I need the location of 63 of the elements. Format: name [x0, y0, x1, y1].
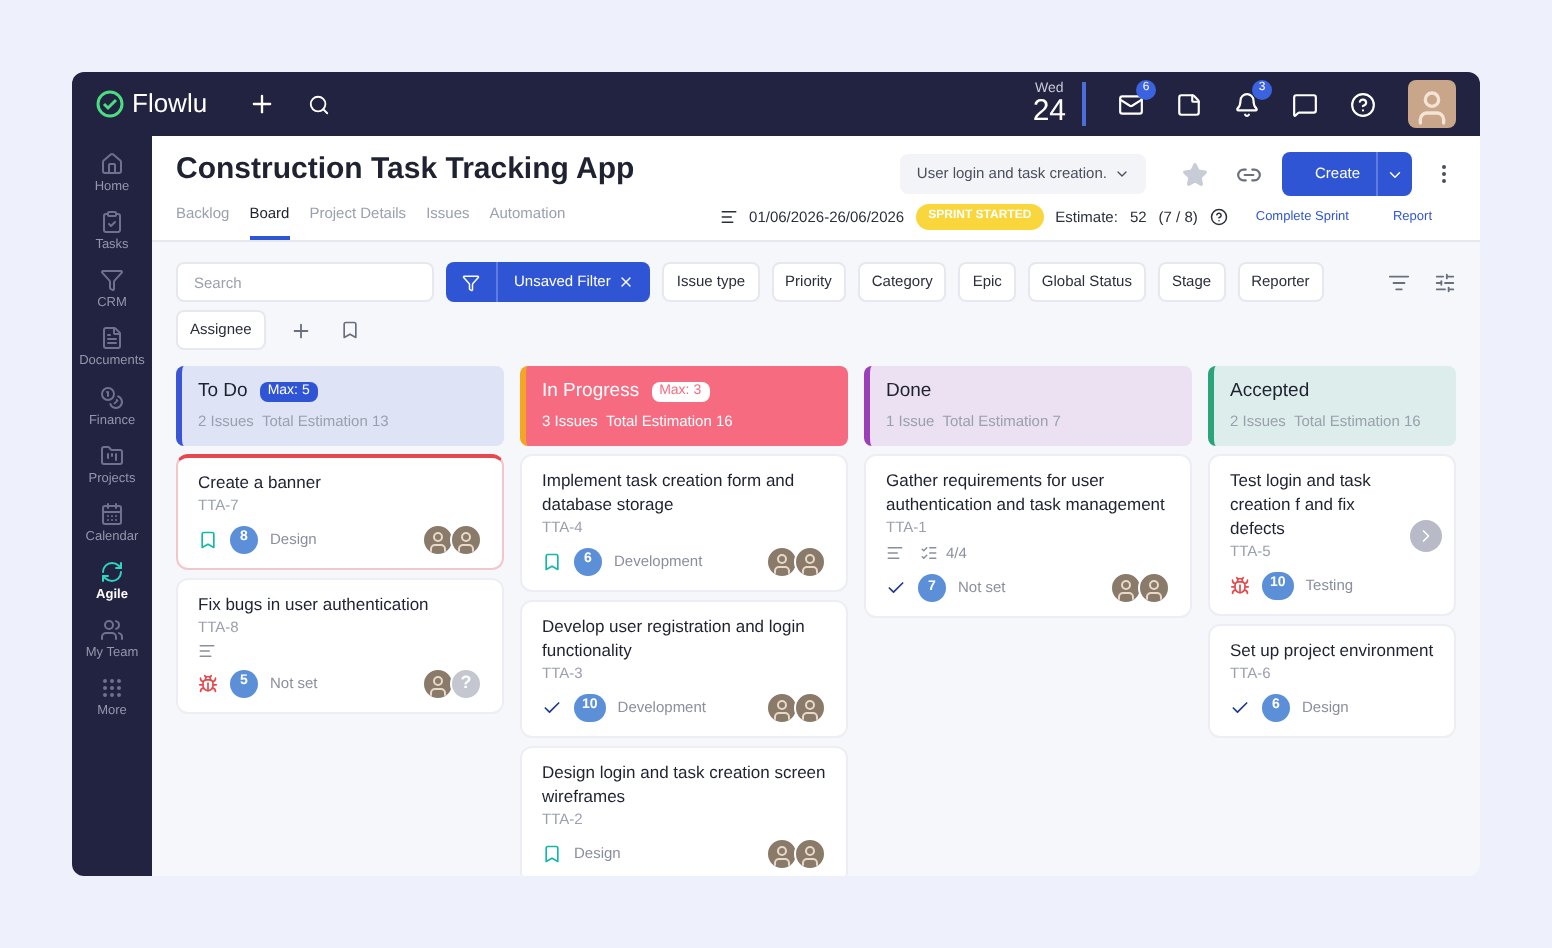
settings-icon[interactable]	[1434, 271, 1456, 293]
sort-icon[interactable]	[1388, 271, 1410, 293]
chat-icon[interactable]	[1292, 91, 1318, 117]
funnel-icon	[100, 268, 124, 293]
avatar-placeholder	[794, 691, 826, 723]
checklist-icon	[920, 543, 938, 562]
add-icon[interactable]	[247, 90, 276, 118]
user-avatar-placeholder[interactable]	[1408, 80, 1456, 128]
caret-icon	[1114, 166, 1131, 182]
search-icon[interactable]	[307, 93, 330, 115]
cycle-icon	[100, 559, 124, 584]
card-title: Create a banner	[198, 469, 323, 493]
avatar-placeholder	[422, 523, 454, 555]
grid-icon	[100, 676, 124, 701]
card-title: Implement task creation form and database storage	[542, 467, 797, 515]
star-icon[interactable]	[1182, 161, 1209, 187]
avatar-placeholder	[450, 523, 482, 555]
calendar-icon	[99, 501, 124, 526]
check-icon	[542, 697, 562, 717]
check-icon	[1230, 697, 1250, 717]
card-title: Set up project environment	[1230, 637, 1434, 661]
logo-icon	[96, 90, 124, 118]
column-title: Done	[886, 378, 932, 406]
day-number: 24	[1032, 96, 1066, 126]
help-icon[interactable]	[1209, 208, 1228, 226]
avatar-placeholder	[422, 667, 454, 699]
avatar-placeholder	[766, 545, 798, 577]
avatar-placeholder	[794, 837, 826, 869]
dates-icon	[719, 208, 738, 226]
card-title: Gather requirements for user authentication and task management	[886, 467, 1167, 515]
mail-icon[interactable]	[1118, 91, 1144, 117]
bug-icon	[1230, 575, 1250, 595]
bookmark-icon[interactable]	[339, 320, 360, 340]
coins-icon	[100, 385, 124, 409]
unassigned-avatar: ?	[450, 667, 482, 699]
card-title: Fix bugs in user authentication	[198, 591, 431, 615]
check-icon	[886, 577, 906, 598]
home-icon	[100, 152, 124, 176]
team-icon	[100, 618, 124, 642]
project-title: Construction Task Tracking App	[176, 152, 635, 190]
bookmark-icon	[542, 551, 562, 571]
avatar-placeholder	[766, 691, 798, 723]
card-title: Test login and task creation f and fix defects	[1230, 467, 1373, 539]
bug-icon	[198, 673, 218, 693]
bookmark-icon	[542, 843, 562, 863]
avatar-placeholder	[766, 837, 798, 869]
avatar-placeholder	[1110, 571, 1142, 604]
card-title: Develop user registration and login functionality	[542, 613, 807, 661]
column-title: To Do	[198, 378, 248, 406]
avatar-placeholder	[1138, 571, 1170, 604]
bookmark-icon	[198, 529, 218, 549]
logo-text: Flowlu	[132, 86, 208, 123]
column-title: Accepted	[1230, 378, 1310, 406]
notification-icon[interactable]	[1234, 91, 1260, 117]
column-title: In Progress	[542, 378, 640, 406]
card-title: Design login and task creation screen wireframes	[542, 759, 826, 807]
note-icon[interactable]	[1176, 91, 1202, 117]
close-icon[interactable]	[618, 274, 635, 290]
folder-icon	[99, 443, 124, 468]
avatar-placeholder	[794, 545, 826, 577]
filter-icon	[462, 273, 480, 291]
document-icon	[100, 326, 124, 351]
clipboard-icon	[100, 210, 124, 235]
